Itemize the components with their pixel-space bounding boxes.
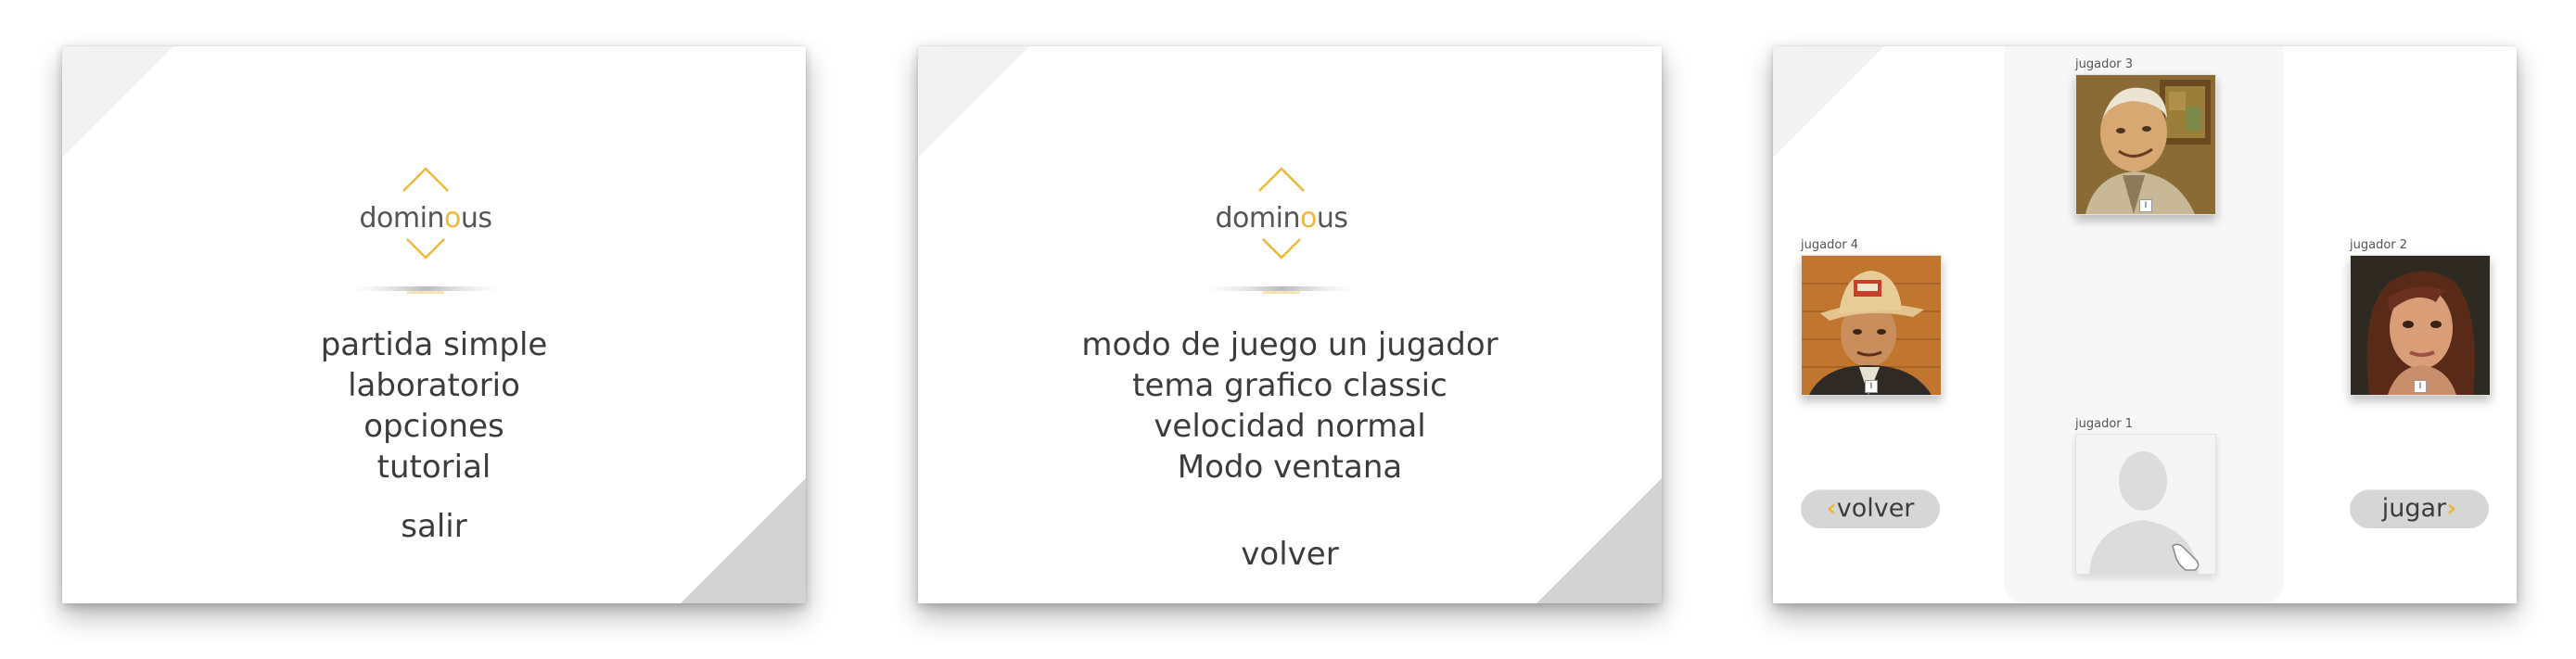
menu-item-opciones[interactable]: opciones [62, 406, 806, 447]
player-3-badge: I [2139, 199, 2152, 212]
player-4-badge: I [1865, 380, 1878, 393]
logo-wordmark: dominous [359, 202, 492, 234]
dominous-logo: dominous [351, 139, 500, 306]
chevron-right-icon: › [2446, 494, 2457, 523]
player-1-avatar-placeholder[interactable] [2075, 434, 2216, 575]
corner-decoration-top-left [62, 46, 173, 158]
option-game-mode[interactable]: modo de juego un jugador [918, 324, 1662, 365]
player-setup-screen: jugador 3 I jugador 4 I jugador 2 I juga… [1773, 46, 2517, 603]
player-1-label: jugador 1 [2075, 417, 2134, 431]
player-4-label: jugador 4 [1801, 238, 1859, 252]
dominous-logo: dominous [1207, 139, 1356, 306]
menu-item-salir[interactable]: salir [62, 506, 806, 547]
corner-decoration-top-left [918, 46, 1029, 158]
options-screen: dominous modo de juego un jugador tema g… [918, 46, 1662, 603]
play-button[interactable]: jugar› [2350, 489, 2489, 528]
player-2-avatar[interactable]: I [2350, 255, 2491, 396]
main-menu-list: partida simple laboratorio opciones tuto… [62, 324, 806, 488]
hand-pointer-icon [2172, 543, 2200, 571]
back-button[interactable]: ‹volver [1801, 489, 1940, 528]
option-graphic-theme[interactable]: tema grafico classic [918, 365, 1662, 406]
player-3-label: jugador 3 [2075, 57, 2134, 71]
logo-wordmark: dominous [1215, 202, 1348, 234]
option-speed[interactable]: velocidad normal [918, 406, 1662, 447]
player-2-badge: I [2414, 380, 2427, 393]
back-button-label: volver [1836, 494, 1915, 523]
player-3-avatar[interactable]: I [2075, 74, 2216, 215]
chevron-left-icon: ‹ [1826, 494, 1837, 523]
main-menu-screen: dominous partida simple laboratorio opci… [62, 46, 806, 603]
exit-menu: salir [62, 506, 806, 547]
corner-decoration-top-left [1773, 46, 1884, 158]
options-menu-list: modo de juego un jugador tema grafico cl… [918, 324, 1662, 488]
play-button-label: jugar [2381, 494, 2447, 523]
player-2-label: jugador 2 [2350, 238, 2408, 252]
options-back: volver [918, 534, 1662, 575]
menu-item-partida-simple[interactable]: partida simple [62, 324, 806, 365]
menu-item-volver[interactable]: volver [918, 534, 1662, 575]
option-window-mode[interactable]: Modo ventana [918, 447, 1662, 488]
menu-item-tutorial[interactable]: tutorial [62, 447, 806, 488]
menu-item-laboratorio[interactable]: laboratorio [62, 365, 806, 406]
player-4-avatar[interactable]: I [1801, 255, 1942, 396]
